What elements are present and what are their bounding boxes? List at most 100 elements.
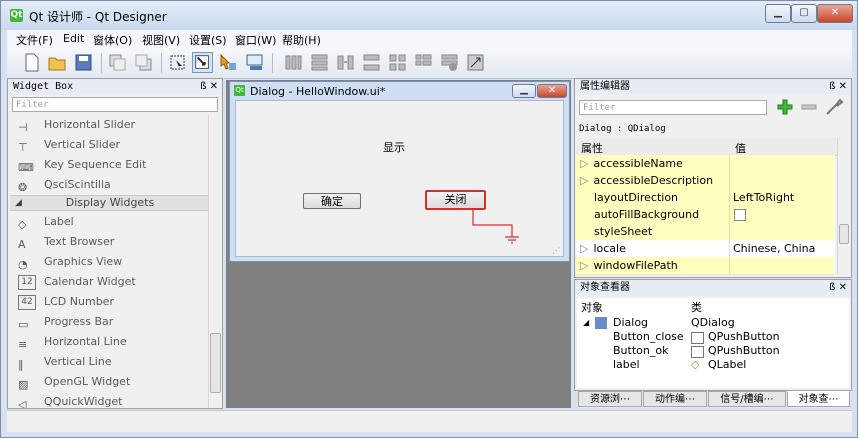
window-title: Qt 设计师 - Qt Designer bbox=[29, 10, 167, 24]
list-item[interactable]: 42 LCD Number bbox=[10, 292, 210, 311]
label-tag-icon: ◇ bbox=[691, 358, 700, 371]
close-button[interactable]: ✕ bbox=[817, 4, 853, 23]
remove-property-icon[interactable] bbox=[799, 97, 819, 117]
list-item[interactable]: 12 Calendar Widget bbox=[10, 272, 210, 291]
dialog-form-window[interactable]: Qt Dialog - HelloWindow.ui* ▁ ✕ 显示 确定 关闭… bbox=[229, 81, 570, 262]
tab-resource-browser[interactable]: 资源浏⋯ bbox=[578, 391, 642, 407]
table-row[interactable]: ▷ locale Chinese, China bbox=[576, 240, 834, 258]
list-item[interactable]: ◁ QQuickWidget bbox=[10, 392, 210, 408]
expand-arrow-icon[interactable]: ▷ bbox=[580, 259, 588, 272]
list-item[interactable]: ‖ Vertical Line bbox=[10, 352, 210, 371]
dialog-minimize-button[interactable]: ▁ bbox=[512, 84, 536, 98]
table-row[interactable]: ▷ accessibleName bbox=[576, 155, 834, 173]
object-inspector-dock-controls[interactable]: ß ✕ bbox=[829, 280, 847, 296]
expand-arrow-icon[interactable]: ▷ bbox=[580, 157, 588, 170]
qt-dialog-icon: Qt bbox=[234, 85, 245, 96]
tab-action-editor[interactable]: 动作编⋯ bbox=[643, 391, 707, 407]
menu-file[interactable]: 文件(F) bbox=[16, 32, 53, 48]
resize-grip-icon[interactable]: ⋰ bbox=[552, 246, 560, 255]
widget-box-scrollbar[interactable] bbox=[208, 115, 222, 408]
widget-box-title: Widget Box bbox=[13, 81, 74, 92]
list-item[interactable]: ◇ Label bbox=[10, 212, 210, 231]
tab-signal-slot-editor[interactable]: 信号/槽编⋯ bbox=[708, 391, 786, 407]
list-item[interactable]: ◔ Graphics View bbox=[10, 252, 210, 271]
tree-row-button-close[interactable]: Button_close QPushButton bbox=[577, 330, 849, 344]
list-item[interactable]: ⌨ Key Sequence Edit bbox=[10, 155, 210, 174]
quick-widget-icon: ◁ bbox=[18, 398, 27, 408]
menu-edit[interactable]: Edit bbox=[63, 32, 84, 45]
col-value[interactable]: 值 bbox=[735, 140, 746, 156]
layout-v-splitter-icon[interactable] bbox=[361, 52, 382, 73]
widget-box-filter-input[interactable]: Filter bbox=[12, 97, 218, 112]
tree-row-button-ok[interactable]: Button_ok QPushButton bbox=[577, 344, 849, 358]
col-property[interactable]: 属性 bbox=[581, 140, 603, 156]
property-scrollbar[interactable] bbox=[837, 138, 850, 274]
expand-arrow-icon[interactable]: ▷ bbox=[580, 242, 588, 255]
property-filter-input[interactable]: Filter bbox=[579, 100, 767, 115]
edit-signals-slots-button[interactable] bbox=[192, 52, 213, 73]
save-icon[interactable] bbox=[73, 52, 94, 73]
title-bar[interactable]: Qt Qt 设计师 - Qt Designer ▁ ▢ ✕ bbox=[1, 1, 857, 30]
expand-arrow-icon[interactable]: ▷ bbox=[580, 174, 588, 187]
menu-help[interactable]: 帮助(H) bbox=[282, 32, 321, 48]
qt-app-icon: Qt bbox=[10, 9, 23, 22]
ok-button[interactable]: 确定 bbox=[303, 193, 361, 209]
keyboard-icon: ⌨ bbox=[18, 161, 34, 174]
adjust-size-icon[interactable] bbox=[465, 52, 486, 73]
category-display-widgets[interactable]: ◢ Display Widgets bbox=[10, 195, 210, 211]
layout-grid-icon[interactable] bbox=[387, 52, 408, 73]
table-row[interactable]: ▷ windowFilePath bbox=[576, 257, 834, 275]
lcd-number-icon: 42 bbox=[18, 295, 36, 310]
menu-form[interactable]: 窗体(O) bbox=[93, 32, 132, 48]
bottom-dock-tabs: 资源浏⋯ 动作编⋯ 信号/槽编⋯ 对象查⋯ bbox=[578, 391, 850, 408]
minimize-button[interactable]: ▁ bbox=[765, 4, 791, 23]
list-item[interactable]: ❂ QsciScintilla bbox=[10, 175, 210, 194]
table-row[interactable]: layoutDirection LeftToRight bbox=[576, 189, 834, 207]
scintilla-icon: ❂ bbox=[18, 181, 28, 194]
layout-h-splitter-icon[interactable] bbox=[335, 52, 356, 73]
send-back-icon[interactable] bbox=[107, 52, 128, 73]
col-object[interactable]: 对象 bbox=[581, 301, 603, 315]
scrollbar-thumb[interactable] bbox=[839, 224, 849, 244]
autofill-checkbox[interactable] bbox=[734, 209, 746, 221]
tree-row-label[interactable]: label ◇ QLabel bbox=[577, 358, 849, 372]
new-file-icon[interactable] bbox=[21, 52, 42, 73]
property-editor-dock-controls[interactable]: ß ✕ bbox=[829, 79, 847, 95]
label-icon: ◇ bbox=[18, 218, 27, 231]
menu-settings[interactable]: 设置(S) bbox=[189, 32, 227, 48]
widget-box-dock-controls[interactable]: ß ✕ bbox=[200, 79, 218, 95]
list-item[interactable]: ⊤ Vertical Slider bbox=[10, 135, 210, 154]
tree-expand-icon[interactable]: ◢ bbox=[583, 316, 589, 330]
table-row[interactable]: ▷ accessibleDescription bbox=[576, 172, 834, 190]
menu-window[interactable]: 窗口(W) bbox=[235, 32, 276, 48]
horizontal-slider-icon: ⊣ bbox=[18, 121, 28, 134]
edit-buddies-icon[interactable] bbox=[218, 52, 239, 73]
layout-form-icon[interactable] bbox=[413, 52, 434, 73]
configure-wrench-icon[interactable] bbox=[823, 97, 845, 117]
list-item[interactable]: ⊣ Horizontal Slider bbox=[10, 115, 210, 134]
list-item[interactable]: ≡ Horizontal Line bbox=[10, 332, 210, 351]
list-item[interactable]: ▨ OpenGL Widget bbox=[10, 372, 210, 391]
menu-view[interactable]: 视图(V) bbox=[142, 32, 180, 48]
tree-row-dialog[interactable]: ◢ Dialog QDialog bbox=[577, 316, 849, 330]
list-item[interactable]: ▭ Progress Bar bbox=[10, 312, 210, 331]
table-row[interactable]: autoFillBackground bbox=[576, 206, 834, 224]
add-property-icon[interactable] bbox=[775, 97, 795, 117]
selected-object-line: Dialog : QDialog bbox=[579, 124, 666, 134]
maximize-button[interactable]: ▢ bbox=[791, 4, 817, 23]
break-layout-icon[interactable] bbox=[439, 52, 460, 73]
col-class[interactable]: 类 bbox=[691, 301, 702, 315]
layout-vertical-icon[interactable] bbox=[309, 52, 330, 73]
close-dialog-button[interactable]: 关闭 bbox=[425, 190, 486, 210]
tab-object-inspector[interactable]: 对象查⋯ bbox=[787, 391, 850, 407]
open-folder-icon[interactable] bbox=[47, 52, 68, 73]
edit-widgets-icon[interactable] bbox=[167, 52, 188, 73]
scrollbar-thumb[interactable] bbox=[210, 333, 221, 393]
layout-horizontal-icon[interactable] bbox=[283, 52, 304, 73]
edit-tab-order-icon[interactable] bbox=[244, 52, 265, 73]
dialog-close-button[interactable]: ✕ bbox=[537, 84, 567, 98]
bring-front-icon[interactable] bbox=[133, 52, 154, 73]
list-item[interactable]: A Text Browser bbox=[10, 232, 210, 251]
table-row[interactable]: styleSheet bbox=[576, 223, 834, 241]
display-label[interactable]: 显示 bbox=[383, 139, 405, 155]
